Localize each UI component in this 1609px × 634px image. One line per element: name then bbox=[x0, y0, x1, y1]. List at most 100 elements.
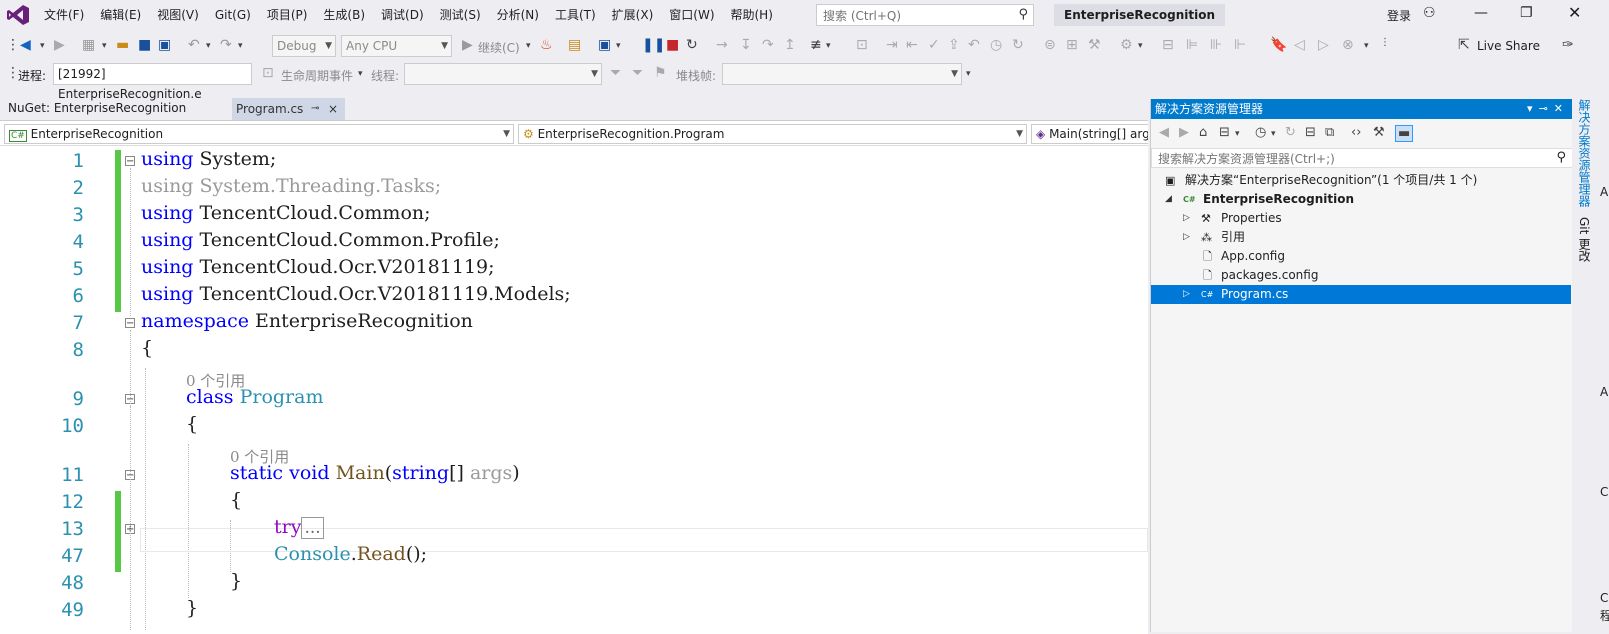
member-navigation-select[interactable]: ◈ Main(string[] args) bbox=[1031, 124, 1148, 144]
visual-studio-logo-icon[interactable] bbox=[6, 4, 30, 26]
history-icon[interactable]: ◷ bbox=[990, 37, 1002, 53]
clear-bookmarks-icon[interactable]: ⊗ bbox=[1342, 37, 1354, 53]
step-over-icon[interactable]: ↷ bbox=[762, 37, 774, 53]
pending-changes-icon[interactable]: ◷ bbox=[1255, 125, 1266, 140]
switch-views-icon[interactable]: ⊟ bbox=[1219, 125, 1230, 140]
quick-search-input[interactable] bbox=[821, 6, 1010, 26]
menu-analyze[interactable]: 分析(N) bbox=[489, 0, 547, 30]
menu-git[interactable]: Git(G) bbox=[207, 0, 259, 30]
screenshot-dropdown-icon[interactable]: ▾ bbox=[616, 41, 621, 51]
back-icon[interactable]: ◀ bbox=[20, 37, 31, 53]
lifecycle-events-button[interactable]: 生命周期事件 bbox=[281, 67, 353, 84]
expanded-arrow-icon[interactable]: ◢ bbox=[1165, 190, 1172, 209]
bookmark-dropdown-icon[interactable]: ▾ bbox=[1364, 41, 1369, 51]
pause-icon[interactable]: ❚❚ bbox=[642, 37, 665, 53]
tab-git-changes[interactable]: Git 更改 bbox=[1576, 217, 1593, 262]
tree-item-project[interactable]: ◢ C# EnterpriseRecognition bbox=[1151, 190, 1573, 209]
forward-icon[interactable]: ▶ bbox=[54, 37, 65, 53]
filter-clear-icon[interactable]: ⏷ bbox=[632, 65, 643, 81]
menu-extensions[interactable]: 扩展(X) bbox=[604, 0, 662, 30]
step-out-icon[interactable]: ↥ bbox=[784, 37, 796, 53]
process-select[interactable]: [21992] EnterpriseRecognition.e bbox=[53, 63, 252, 101]
tools-icon[interactable]: ⚙ bbox=[1120, 37, 1133, 53]
show-next-statement-icon[interactable]: → bbox=[716, 37, 728, 53]
close-icon[interactable]: ✕ bbox=[1554, 102, 1569, 115]
collapsed-panel-label[interactable]: A bbox=[1600, 385, 1608, 399]
restart-icon[interactable]: ↻ bbox=[686, 37, 698, 53]
tree-item-app-config[interactable]: 🗋 App.config bbox=[1151, 247, 1573, 266]
bookmark-icon[interactable]: 🔖 bbox=[1270, 37, 1287, 53]
collapsed-arrow-icon[interactable]: ▷ bbox=[1183, 209, 1190, 228]
sync-icon[interactable]: ↻ bbox=[1285, 125, 1296, 140]
panel-menu-icon[interactable]: ▾ bbox=[1527, 102, 1539, 115]
prev-bookmark-icon[interactable]: ◁ bbox=[1294, 37, 1305, 53]
lifecycle-icon[interactable]: ⊡ bbox=[262, 65, 274, 81]
open-folder-icon[interactable]: ▬ bbox=[116, 37, 129, 53]
outdent-icon[interactable]: ⇤ bbox=[906, 37, 918, 53]
thread-select[interactable]: ▼ bbox=[404, 63, 602, 85]
undo-change-icon[interactable]: ↶ bbox=[968, 37, 980, 53]
collapse-icon[interactable]: − bbox=[125, 156, 135, 167]
code-area[interactable]: 1 2 3 4 5 6 7 8 9 10 11 12 13 47 48 49 −… bbox=[0, 145, 1148, 634]
minimize-icon[interactable]: — bbox=[1474, 5, 1488, 21]
collapsed-arrow-icon[interactable]: ▷ bbox=[1183, 228, 1190, 247]
live-share-icon[interactable]: ⇱ bbox=[1458, 37, 1470, 53]
forward-icon[interactable]: ▶ bbox=[1179, 125, 1189, 140]
tree-item-properties[interactable]: ▷ ⚒ Properties bbox=[1151, 209, 1573, 228]
platform-select[interactable]: Any CPU ▼ bbox=[341, 35, 452, 57]
menu-debug[interactable]: 调试(D) bbox=[373, 0, 432, 30]
save-all-icon[interactable]: ▣ bbox=[158, 37, 171, 53]
check-icon[interactable]: ✓ bbox=[928, 37, 940, 53]
thread-markers-icon[interactable]: ≢ bbox=[810, 37, 822, 53]
search-icon[interactable]: ⚲ bbox=[1556, 150, 1566, 165]
solution-search-box[interactable]: ⚲ bbox=[1151, 148, 1573, 168]
new-dropdown-icon[interactable]: ▾ bbox=[102, 41, 107, 51]
refresh-icon[interactable]: ↻ bbox=[1012, 37, 1024, 53]
collapsed-arrow-icon[interactable]: ▷ bbox=[1183, 285, 1190, 304]
live-share-button[interactable]: Live Share bbox=[1477, 39, 1540, 53]
search-icon[interactable]: ⚲ bbox=[1018, 7, 1028, 22]
close-icon[interactable]: ✕ bbox=[1568, 3, 1581, 22]
view-code-icon[interactable]: ‹› bbox=[1351, 125, 1361, 140]
new-project-icon[interactable]: ▦ bbox=[82, 37, 95, 53]
show-all-files-icon[interactable]: ⧉ bbox=[1325, 125, 1334, 140]
menu-edit[interactable]: 编辑(E) bbox=[92, 0, 149, 30]
close-icon[interactable]: × bbox=[328, 98, 338, 120]
menu-build[interactable]: 生成(B) bbox=[315, 0, 373, 30]
collapsed-panel-label[interactable]: 程 bbox=[1600, 607, 1609, 624]
toolbar-grip-icon[interactable]: ⋮ bbox=[6, 37, 20, 53]
collapsed-region[interactable]: ... bbox=[301, 517, 324, 539]
tab-solution-explorer[interactable]: 解决方案资源管理器 bbox=[1576, 99, 1593, 207]
menu-view[interactable]: 视图(V) bbox=[149, 0, 207, 30]
find-in-files-icon[interactable]: ▤ bbox=[568, 37, 581, 53]
menu-test[interactable]: 测试(S) bbox=[432, 0, 489, 30]
layers-icon[interactable]: ⊟ bbox=[1162, 37, 1174, 53]
filter-icon[interactable]: ⏷ bbox=[610, 65, 621, 81]
login-link[interactable]: 登录 bbox=[1387, 7, 1411, 24]
toolbar-options-icon[interactable]: ▾ bbox=[966, 69, 971, 79]
project-navigation-select[interactable]: C# EnterpriseRecognition ▼ bbox=[4, 124, 514, 144]
save-icon[interactable]: ■ bbox=[138, 37, 151, 53]
align-right-icon[interactable]: ⊪ bbox=[1210, 37, 1222, 53]
menu-project[interactable]: 项目(P) bbox=[259, 0, 316, 30]
indent-icon[interactable]: ⇥ bbox=[886, 37, 898, 53]
pending-changes-dropdown-icon[interactable]: ▾ bbox=[1271, 129, 1276, 139]
next-bookmark-icon[interactable]: ▷ bbox=[1318, 37, 1329, 53]
stack-frame-select[interactable]: ▼ bbox=[722, 63, 962, 85]
collapsed-panel-label[interactable]: C bbox=[1600, 591, 1608, 605]
wrench-icon[interactable]: ⚒ bbox=[1088, 37, 1101, 53]
menu-tools[interactable]: 工具(T) bbox=[547, 0, 604, 30]
configuration-select[interactable]: Debug ▼ bbox=[272, 35, 336, 57]
pin-icon[interactable]: ⊸ bbox=[1539, 102, 1554, 115]
stop-icon[interactable]: ■ bbox=[666, 37, 679, 53]
undo-dropdown-icon[interactable]: ▾ bbox=[206, 41, 211, 51]
flag-icon[interactable]: ⚑ bbox=[654, 65, 667, 81]
step-into-icon[interactable]: ↧ bbox=[740, 37, 752, 53]
class-navigation-select[interactable]: ⚙ EnterpriseRecognition.Program ▼ bbox=[518, 124, 1027, 144]
tree-item-packages-config[interactable]: 🗋 packages.config bbox=[1151, 266, 1573, 285]
continue-button[interactable]: 继续(C) bbox=[478, 39, 520, 56]
lifecycle-dropdown-icon[interactable]: ▾ bbox=[358, 69, 363, 79]
toggle-breakpoints-icon[interactable]: ⊡ bbox=[856, 37, 868, 53]
back-dropdown-icon[interactable]: ▾ bbox=[40, 41, 45, 51]
menu-window[interactable]: 窗口(W) bbox=[661, 0, 722, 30]
